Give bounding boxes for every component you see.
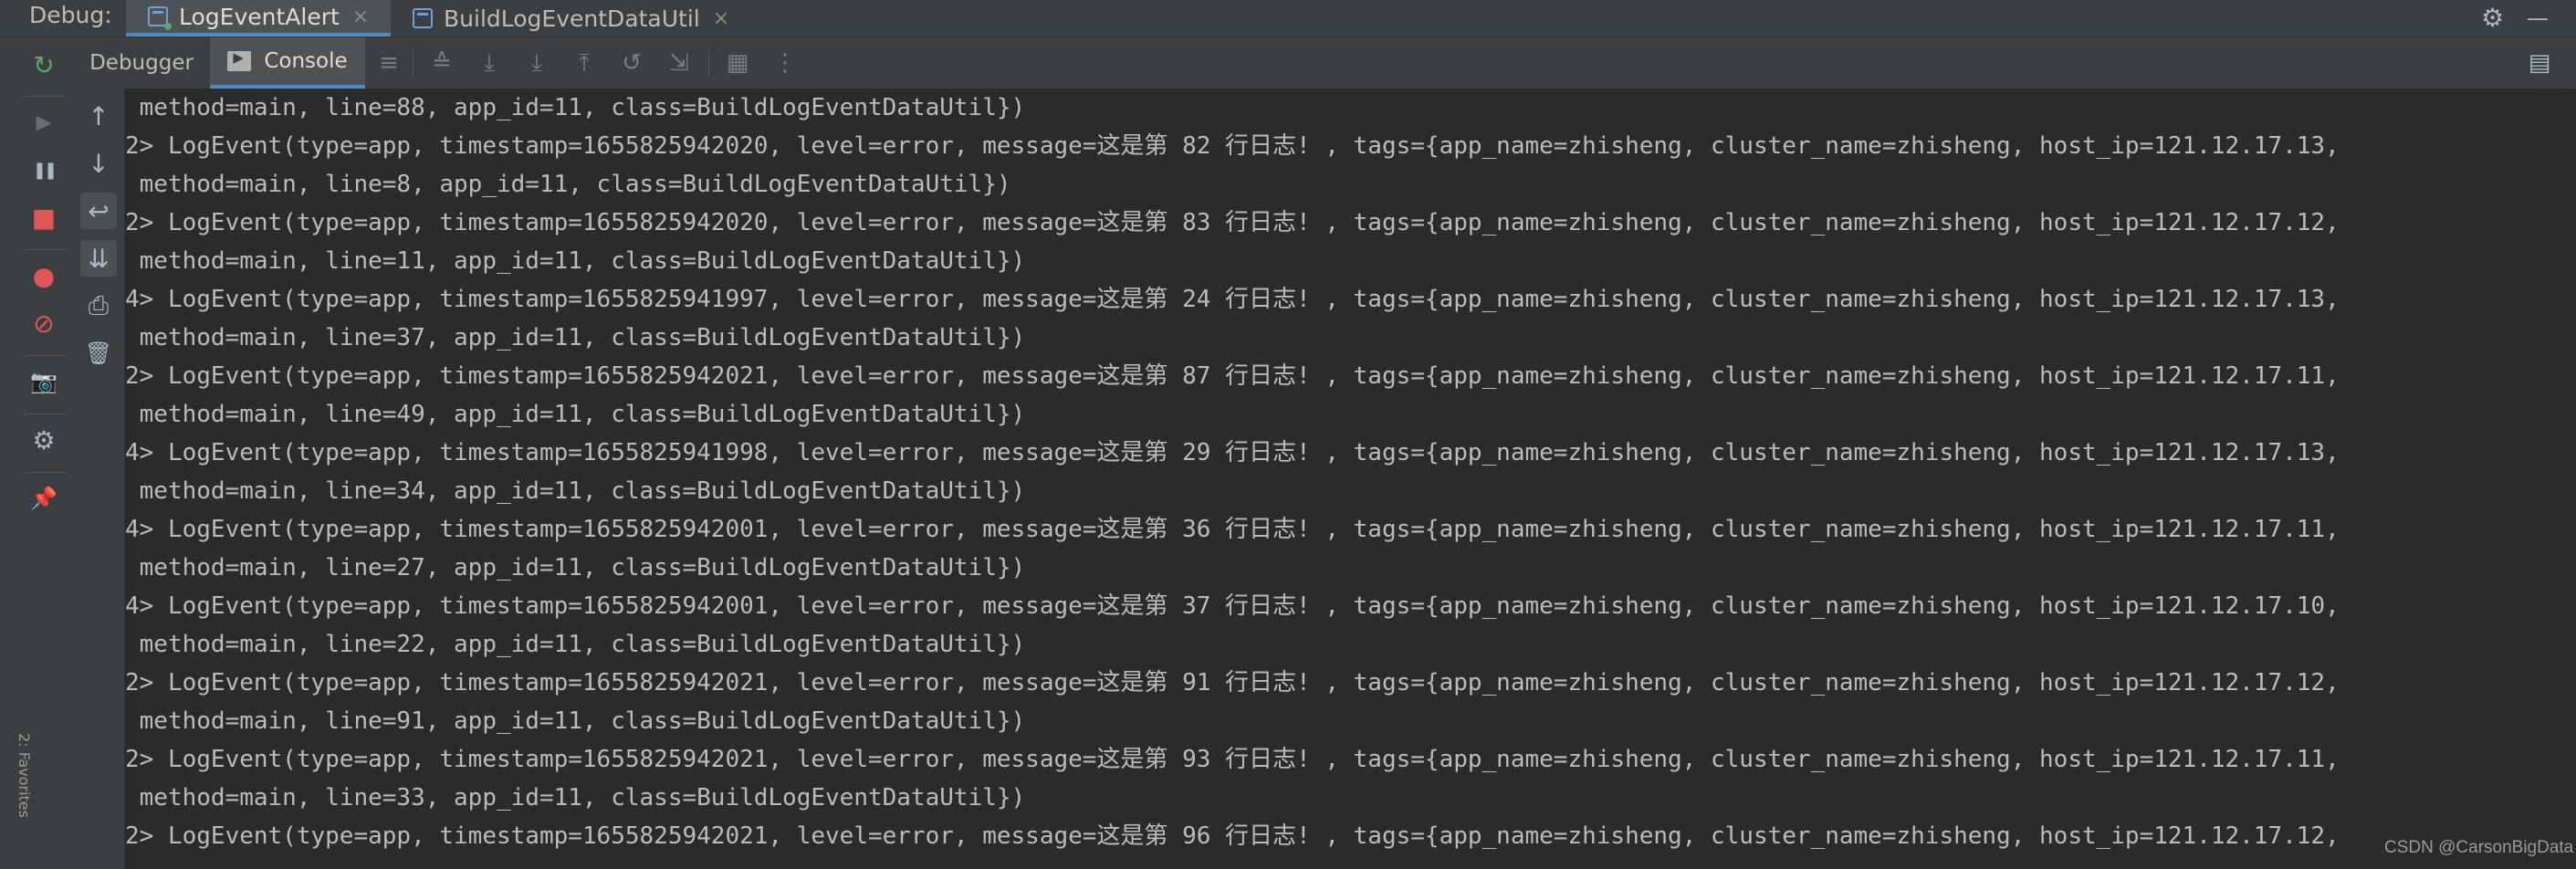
menu-icon[interactable]: ≡ — [371, 37, 407, 89]
console-line: 2> LogEvent(type=app, timestamp=16558259… — [125, 362, 2340, 390]
console-line: 2> LogEvent(type=app, timestamp=16558259… — [125, 132, 2340, 160]
console-scrollbar[interactable] — [2553, 89, 2571, 869]
run-config-icon — [413, 8, 433, 28]
resume-icon[interactable]: ▶ — [26, 104, 62, 141]
tab-console[interactable]: Console — [210, 37, 365, 89]
scroll-to-end-icon[interactable]: ⇊ — [80, 240, 117, 277]
step-out-icon[interactable]: ⤒ — [566, 37, 602, 89]
tab-label: LogEventAlert — [179, 3, 340, 30]
console-line: 2> LogEvent(type=app, timestamp=16558259… — [125, 822, 2340, 850]
drop-frame-icon[interactable]: ↺ — [613, 37, 650, 89]
step-over-icon[interactable]: ⤓ — [471, 37, 508, 89]
left-tool-stripe — [0, 37, 16, 869]
trash-icon[interactable]: 🗑 — [80, 335, 117, 372]
close-icon[interactable]: × — [352, 5, 369, 28]
run-config-icon — [148, 6, 172, 30]
gear-icon[interactable]: ⚙ — [2481, 0, 2504, 37]
console-line: 4> LogEvent(type=app, timestamp=16558259… — [125, 516, 2340, 543]
camera-icon[interactable]: 📷 — [26, 363, 62, 400]
stop-icon[interactable]: ■ — [26, 199, 62, 236]
tab-debugger[interactable]: Debugger — [73, 37, 210, 89]
console-line: 4> LogEvent(type=app, timestamp=16558259… — [125, 286, 2340, 313]
minimize-icon[interactable]: — — [2527, 0, 2549, 37]
console-line: method=main, line=22, app_id=11, class=B… — [125, 631, 1026, 658]
run-to-cursor-icon[interactable]: ⇲ — [661, 37, 697, 89]
tab-label: Debugger — [89, 51, 194, 75]
console-output[interactable]: method=main, line=88, app_id=11, class=B… — [125, 89, 2544, 869]
tab-log-event-alert[interactable]: LogEventAlert × — [126, 0, 391, 37]
console-line: method=main, line=37, app_id=11, class=B… — [125, 324, 1026, 351]
console-line: method=main, line=91, app_id=11, class=B… — [125, 707, 1026, 735]
soft-wrap-icon[interactable]: ↩ — [80, 193, 117, 229]
rerun-icon[interactable]: ↻ — [26, 47, 62, 83]
console-line: method=main, line=8, app_id=11, class=Bu… — [125, 171, 1011, 198]
console-line: method=main, line=34, app_id=11, class=B… — [125, 477, 1026, 505]
mute-breakpoints-icon[interactable]: ⊘ — [26, 305, 62, 341]
tab-build-log-event-data-util[interactable]: BuildLogEventDataUtil × — [413, 0, 741, 37]
layout-icon[interactable]: ▤ — [2521, 37, 2558, 89]
console-line: 2> LogEvent(type=app, timestamp=16558259… — [125, 746, 2340, 773]
pause-icon[interactable]: ❚❚ — [26, 152, 62, 188]
watermark-text: CSDN @CarsonBigData — [2384, 838, 2574, 857]
console-line: method=main, line=11, app_id=11, class=B… — [125, 247, 1026, 275]
arrow-down-icon[interactable]: ↓ — [80, 145, 117, 182]
step-into-icon[interactable]: ⤓ — [518, 37, 555, 89]
print-icon[interactable]: ⎙ — [80, 288, 117, 324]
console-line: method=main, line=88, app_id=11, class=B… — [125, 94, 1026, 121]
pin-icon[interactable]: 📌 — [26, 480, 62, 517]
console-line: method=main, line=27, app_id=11, class=B… — [125, 554, 1026, 581]
debug-tab-bar: Debug: LogEventAlert × BuildLogEventData… — [0, 0, 2576, 37]
trace-icon[interactable]: ⋮ — [767, 37, 803, 89]
tab-label: Console — [264, 49, 348, 73]
evaluate-expression-icon[interactable]: ▦ — [719, 37, 756, 89]
tab-label: BuildLogEventDataUtil — [444, 5, 700, 32]
console-line: method=main, line=33, app_id=11, class=B… — [125, 784, 1026, 811]
console-line: 2> LogEvent(type=app, timestamp=16558259… — [125, 669, 2340, 696]
console-line: 2> LogEvent(type=app, timestamp=16558259… — [125, 209, 2340, 236]
debug-label: Debug: — [29, 2, 112, 28]
view-breakpoints-icon[interactable]: ● — [26, 257, 62, 294]
console-icon — [227, 49, 252, 71]
settings-gear-icon[interactable]: ⚙ — [26, 422, 62, 458]
arrow-up-icon[interactable]: ↑ — [80, 98, 117, 134]
console-line: 4> LogEvent(type=app, timestamp=16558259… — [125, 592, 2340, 620]
favorites-tool-window-label[interactable]: 2: Favorites — [16, 733, 33, 818]
close-icon[interactable]: × — [713, 7, 729, 30]
show-execution-point-icon[interactable]: ≙ — [424, 37, 460, 89]
console-line: method=main, line=49, app_id=11, class=B… — [125, 401, 1026, 428]
console-line: 4> LogEvent(type=app, timestamp=16558259… — [125, 439, 2340, 466]
console-toolbar: ↑ ↓ ↩ ⇊ ⎙ 🗑 — [73, 89, 125, 869]
debugger-header: Debugger Console ≡ ≙ ⤓ ⤓ ⤒ ↺ ⇲ ▦ ⋮ ▤ — [73, 37, 2576, 89]
